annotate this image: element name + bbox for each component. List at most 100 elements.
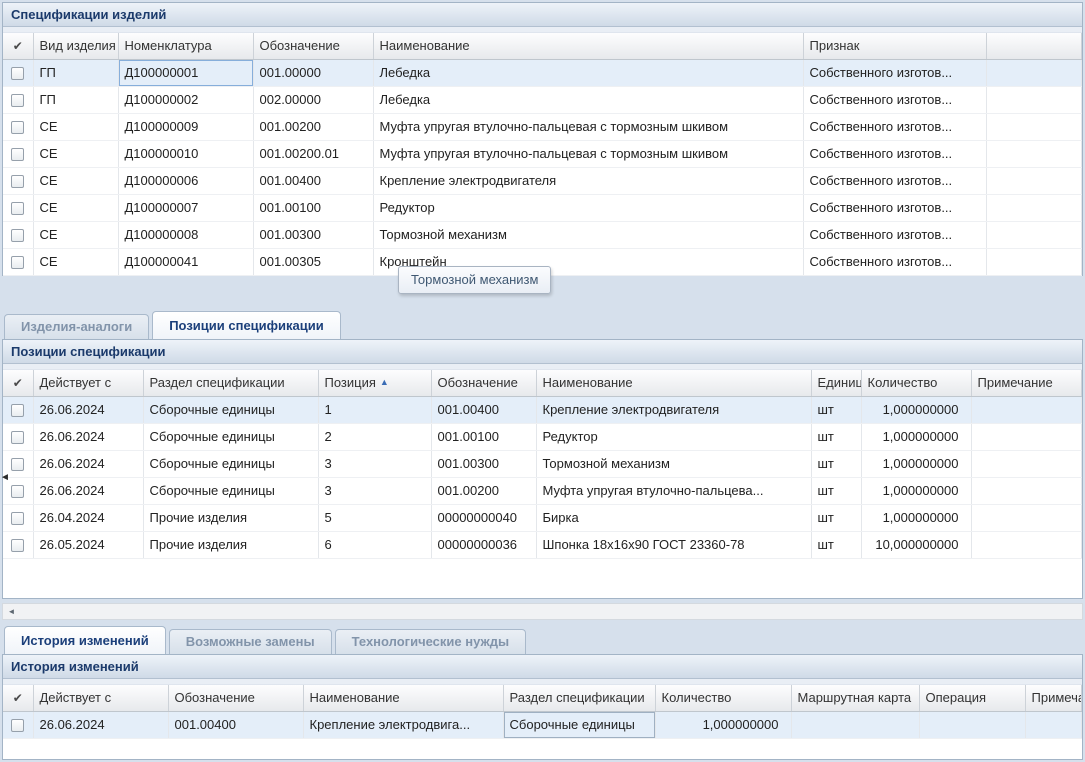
- cell[interactable]: 1,000000000: [861, 477, 971, 504]
- cell[interactable]: СЕ: [33, 140, 118, 167]
- cell[interactable]: 1,000000000: [861, 450, 971, 477]
- cell[interactable]: Д100000006: [118, 167, 253, 194]
- cell[interactable]: 001.00300: [431, 450, 536, 477]
- cell[interactable]: Крепление электродвигателя: [536, 396, 811, 423]
- column-header[interactable]: Наименование: [303, 685, 503, 711]
- cell[interactable]: Муфта упругая втулочно-пальцева...: [536, 477, 811, 504]
- row-checkbox[interactable]: [11, 719, 24, 732]
- cell[interactable]: Тормозной механизм: [373, 221, 803, 248]
- cell[interactable]: Собственного изготов...: [803, 248, 986, 275]
- cell[interactable]: Лебедка: [373, 59, 803, 86]
- cell[interactable]: Д100000001: [118, 59, 253, 86]
- row-checkbox[interactable]: [11, 458, 24, 471]
- cell[interactable]: Тормозной механизм: [536, 450, 811, 477]
- cell[interactable]: ГП: [33, 59, 118, 86]
- cell[interactable]: СЕ: [33, 167, 118, 194]
- cell[interactable]: ГП: [33, 86, 118, 113]
- column-header[interactable]: Раздел спецификации: [503, 685, 655, 711]
- column-header[interactable]: Обозначение: [168, 685, 303, 711]
- cell[interactable]: 26.05.2024: [33, 531, 143, 558]
- cell[interactable]: Бирка: [536, 504, 811, 531]
- cell[interactable]: 001.00300: [253, 221, 373, 248]
- cell[interactable]: Прочие изделия: [143, 504, 318, 531]
- cell[interactable]: 2: [318, 423, 431, 450]
- cell[interactable]: 5: [318, 504, 431, 531]
- cell[interactable]: шт: [811, 477, 861, 504]
- column-header[interactable]: Действует с: [33, 685, 168, 711]
- column-header[interactable]: Количество: [861, 370, 971, 396]
- row-checkbox[interactable]: [11, 121, 24, 134]
- cell[interactable]: 26.06.2024: [33, 396, 143, 423]
- row-checkbox[interactable]: [11, 256, 24, 269]
- cell[interactable]: Сборочные единицы: [143, 450, 318, 477]
- cell[interactable]: [971, 531, 1082, 558]
- cell[interactable]: [791, 711, 919, 738]
- cell[interactable]: Редуктор: [536, 423, 811, 450]
- cell[interactable]: Д100000008: [118, 221, 253, 248]
- cell[interactable]: 001.00100: [253, 194, 373, 221]
- cell[interactable]: Собственного изготов...: [803, 221, 986, 248]
- select-all-header[interactable]: ✔: [3, 685, 33, 711]
- column-header[interactable]: Вид изделия: [33, 33, 118, 59]
- row-checkbox[interactable]: [11, 202, 24, 215]
- tab-1[interactable]: Изделия-аналоги: [4, 314, 149, 339]
- cell[interactable]: 002.00000: [253, 86, 373, 113]
- column-header[interactable]: Обозначение: [431, 370, 536, 396]
- tab-3[interactable]: Технологические нужды: [335, 629, 526, 654]
- cell[interactable]: шт: [811, 423, 861, 450]
- column-header[interactable]: Обозначение: [253, 33, 373, 59]
- column-header[interactable]: Примечание: [971, 370, 1082, 396]
- row-checkbox[interactable]: [11, 229, 24, 242]
- cell[interactable]: 6: [318, 531, 431, 558]
- cell[interactable]: СЕ: [33, 113, 118, 140]
- cell[interactable]: [971, 504, 1082, 531]
- cell[interactable]: 1,000000000: [861, 423, 971, 450]
- cell[interactable]: шт: [811, 531, 861, 558]
- select-all-header[interactable]: ✔: [3, 370, 33, 396]
- column-header[interactable]: Примечание: [1025, 685, 1082, 711]
- cell[interactable]: 001.00305: [253, 248, 373, 275]
- cell[interactable]: 3: [318, 477, 431, 504]
- select-all-header[interactable]: ✔: [3, 33, 33, 59]
- tab-2[interactable]: Позиции спецификации: [152, 311, 341, 339]
- cell[interactable]: Муфта упругая втулочно-пальцевая с тормо…: [373, 140, 803, 167]
- row-checkbox[interactable]: [11, 94, 24, 107]
- cell[interactable]: 1,000000000: [655, 711, 791, 738]
- cell[interactable]: 1,000000000: [861, 396, 971, 423]
- cell[interactable]: 00000000036: [431, 531, 536, 558]
- cell[interactable]: 001.00400: [168, 711, 303, 738]
- cell[interactable]: 001.00400: [253, 167, 373, 194]
- cell[interactable]: Сборочные единицы: [143, 423, 318, 450]
- cell[interactable]: Собственного изготов...: [803, 86, 986, 113]
- scroll-left-arrow-icon[interactable]: ◄: [3, 604, 20, 619]
- column-header[interactable]: Позиция▲: [318, 370, 431, 396]
- cell[interactable]: 001.00200: [431, 477, 536, 504]
- cell[interactable]: [1025, 711, 1082, 738]
- column-header[interactable]: Номенклатура: [118, 33, 253, 59]
- cell[interactable]: Редуктор: [373, 194, 803, 221]
- cell[interactable]: 26.06.2024: [33, 450, 143, 477]
- cell[interactable]: шт: [811, 450, 861, 477]
- cell[interactable]: Собственного изготов...: [803, 167, 986, 194]
- cell[interactable]: Прочие изделия: [143, 531, 318, 558]
- cell[interactable]: Д100000007: [118, 194, 253, 221]
- cell[interactable]: Собственного изготов...: [803, 113, 986, 140]
- cell[interactable]: Сборочные единицы: [143, 477, 318, 504]
- cell[interactable]: Муфта упругая втулочно-пальцевая с тормо…: [373, 113, 803, 140]
- splitter-collapse-icon[interactable]: ◄: [0, 472, 10, 483]
- cell[interactable]: 001.00400: [431, 396, 536, 423]
- column-header[interactable]: Действует с: [33, 370, 143, 396]
- cell[interactable]: 26.06.2024: [33, 711, 168, 738]
- column-header[interactable]: Количество: [655, 685, 791, 711]
- row-checkbox[interactable]: [11, 539, 24, 552]
- horizontal-scrollbar[interactable]: ◄: [2, 603, 1083, 620]
- cell[interactable]: Собственного изготов...: [803, 140, 986, 167]
- row-checkbox[interactable]: [11, 148, 24, 161]
- column-header[interactable]: Наименование: [373, 33, 803, 59]
- cell[interactable]: Д100000010: [118, 140, 253, 167]
- cell[interactable]: Шпонка 18х16х90 ГОСТ 23360-78: [536, 531, 811, 558]
- column-header[interactable]: Единица: [811, 370, 861, 396]
- column-header[interactable]: Наименование: [536, 370, 811, 396]
- cell[interactable]: 001.00100: [431, 423, 536, 450]
- cell[interactable]: 001.00000: [253, 59, 373, 86]
